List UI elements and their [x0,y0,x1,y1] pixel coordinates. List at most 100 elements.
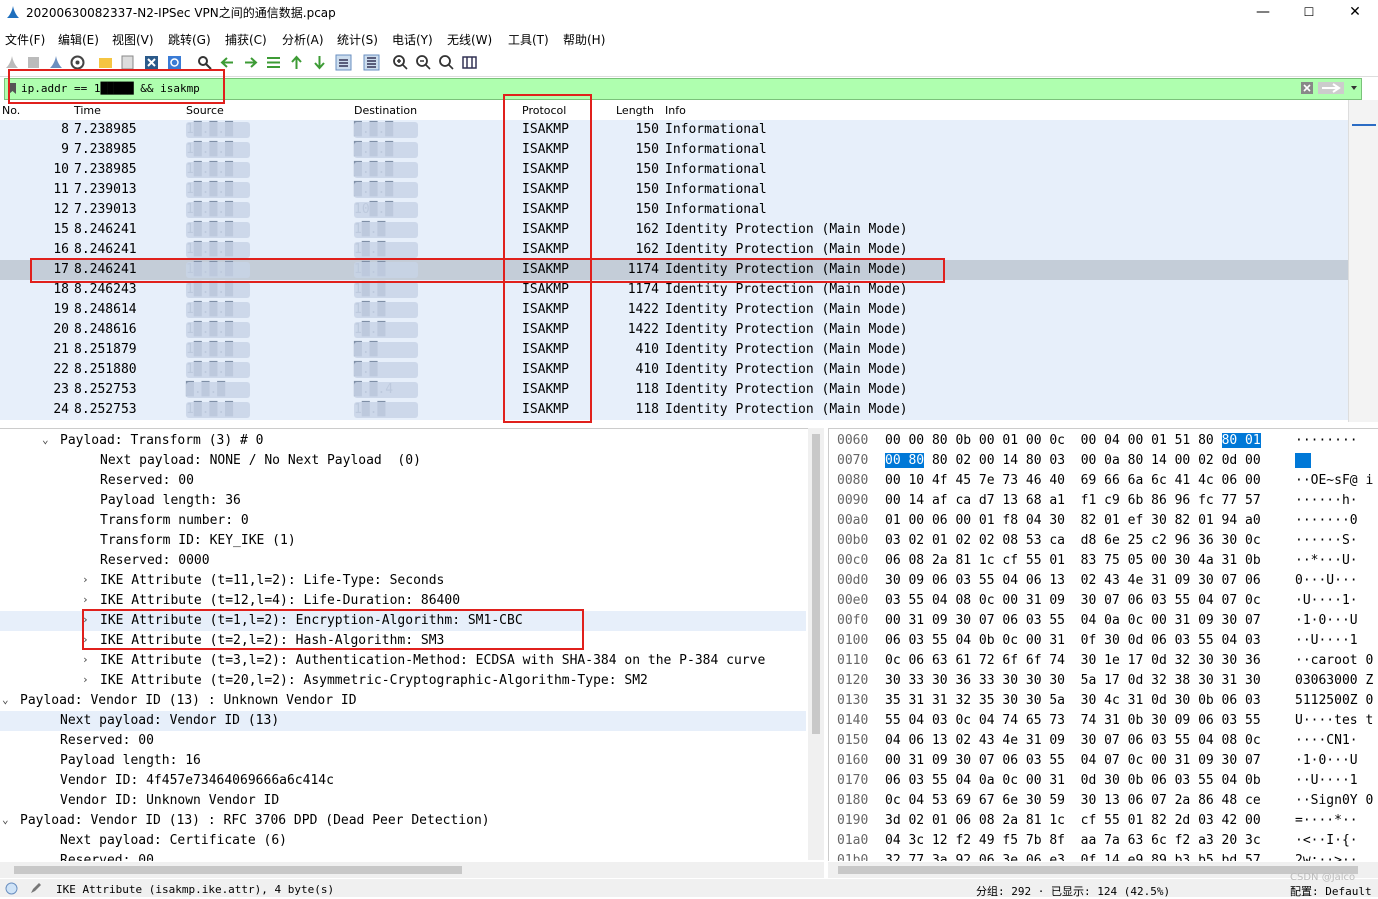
column-header-destination[interactable]: Destination [354,104,417,117]
hex-bytes[interactable]: 00 31 09 30 07 06 03 55 04 07 0c 00 31 0… [885,753,1261,768]
tree-item[interactable]: ⌄ Payload: Vendor ID (13) : Unknown Vendo… [0,691,806,711]
hex-row[interactable]: 00c0 06 08 2a 81 1c cf 55 01 83 75 05 00 … [829,551,1378,571]
packet-row[interactable]: 127.2390131█.█.█10█.█ISAKMP150Informatio… [0,200,1348,220]
maximize-button[interactable]: ☐ [1286,0,1332,25]
expand-arrow-icon[interactable]: › [82,593,89,606]
tree-item[interactable]: Next payload: Vendor ID (13) [0,711,806,731]
go-to-packet-icon[interactable] [265,54,282,71]
apply-filter-icon[interactable] [1318,81,1344,95]
hex-bytes[interactable]: 01 00 06 00 01 f8 04 30 82 01 ef 30 82 0… [885,513,1261,528]
clear-filter-icon[interactable] [1300,81,1314,95]
edit-comment-icon[interactable] [29,881,43,895]
tree-item[interactable]: › IKE Attribute (t=11,l=2): Life-Type: Se… [0,571,806,591]
tree-item[interactable]: Reserved: 00 [0,851,806,861]
hex-bytes[interactable]: 30 09 06 03 55 04 06 13 02 43 4e 31 09 3… [885,573,1261,588]
tree-item[interactable]: Next payload: NONE / No Next Payload (0) [0,451,806,471]
packet-row[interactable]: 218.2518791█.█.██.█ISAKMP410Identity Pro… [0,340,1348,360]
hex-row[interactable]: 0190 3d 02 01 06 08 2a 81 1c cf 55 01 82 … [829,811,1378,831]
hex-row[interactable]: 0070 00 80 80 02 00 14 80 03 00 0a 80 14 … [829,451,1378,471]
menu-tools[interactable]: 工具(T) [508,31,549,48]
menu-analyze[interactable]: 分析(A) [282,31,324,48]
tree-item[interactable]: Reserved: 00 [0,731,806,751]
tree-item[interactable]: › IKE Attribute (t=20,l=2): Asymmetric-Cr… [0,671,806,691]
hex-row[interactable]: 00d0 30 09 06 03 55 04 06 13 02 43 4e 31 … [829,571,1378,591]
hex-bytes[interactable]: 35 31 31 32 35 30 30 5a 30 4c 31 0d 30 0… [885,693,1261,708]
hex-row[interactable]: 0120 30 33 30 36 33 30 30 30 5a 17 0d 32 … [829,671,1378,691]
packet-row[interactable]: 97.2389851█.█.██.█.█ISAKMP150Information… [0,140,1348,160]
hex-row[interactable]: 00a0 01 00 06 00 01 f8 04 30 82 01 ef 30 … [829,511,1378,531]
tree-item[interactable]: Reserved: 0000 [0,551,806,571]
hex-bytes[interactable]: 55 04 03 0c 04 74 65 73 74 31 0b 30 09 0… [885,713,1261,728]
tree-item[interactable]: › IKE Attribute (t=12,l=4): Life-Duration… [0,591,806,611]
collapse-arrow-icon[interactable]: ⌄ [42,433,49,446]
tree-item[interactable]: Next payload: Certificate (6) [0,831,806,851]
packet-list-scrollbar[interactable] [1348,100,1378,422]
tree-item[interactable]: › IKE Attribute (t=3,l=2): Authentication… [0,651,806,671]
packet-row[interactable]: 158.2462411█.█.█1█.█ISAKMP162Identity Pr… [0,220,1348,240]
hex-row[interactable]: 0160 00 31 09 30 07 06 03 55 04 07 0c 00 … [829,751,1378,771]
hex-row[interactable]: 00f0 00 31 09 30 07 06 03 55 04 0a 0c 00 … [829,611,1378,631]
column-header-source[interactable]: Source [186,104,224,117]
menu-file[interactable]: 文件(F) [5,31,45,48]
hex-bytes[interactable]: 00 00 80 0b 00 01 00 0c 00 04 00 01 51 8… [885,433,1261,448]
hex-bytes[interactable]: 06 08 2a 81 1c cf 55 01 83 75 05 00 30 4… [885,553,1261,568]
packet-row[interactable]: 248.2527531█.█.█1█.█ISAKMP118Identity Pr… [0,400,1348,420]
column-header-time[interactable]: Time [74,104,101,117]
hex-bytes[interactable]: 03 55 04 08 0c 00 31 09 30 07 06 03 55 0… [885,593,1261,608]
zoom-normal-icon[interactable] [438,54,455,71]
hex-bytes[interactable]: 04 06 13 02 43 4e 31 09 30 07 06 03 55 0… [885,733,1261,748]
hex-row[interactable]: 0140 55 04 03 0c 04 74 65 73 74 31 0b 30 … [829,711,1378,731]
minimize-button[interactable]: — [1240,0,1286,25]
hex-bytes[interactable]: 0c 04 53 69 67 6e 30 59 30 13 06 07 2a 8… [885,793,1261,808]
hex-bytes[interactable]: 06 03 55 04 0a 0c 00 31 0d 30 0b 06 03 5… [885,773,1261,788]
tree-item[interactable]: Vendor ID: 4f457e73464069666a6c414c [0,771,806,791]
expand-arrow-icon[interactable]: › [82,653,89,666]
hex-row[interactable]: 01a0 04 3c 12 f2 49 f5 7b 8f aa 7a 63 6c … [829,831,1378,851]
expert-info-icon[interactable] [5,882,18,895]
column-header-info[interactable]: Info [665,104,686,117]
packet-row[interactable]: 228.2518801█.█.██.█ISAKMP410Identity Pro… [0,360,1348,380]
hex-row[interactable]: 0130 35 31 31 32 35 30 30 5a 30 4c 31 0d … [829,691,1378,711]
hex-row[interactable]: 00e0 03 55 04 08 0c 00 31 09 30 07 06 03 … [829,591,1378,611]
hex-row[interactable]: 0090 00 14 af ca d7 13 68 a1 f1 c9 6b 86 … [829,491,1378,511]
details-hscrollbar[interactable] [0,862,824,878]
details-scrollbar[interactable] [808,428,824,860]
tree-item[interactable]: Transform ID: KEY_IKE (1) [0,531,806,551]
hex-row[interactable]: 0150 04 06 13 02 43 4e 31 09 30 07 06 03 … [829,731,1378,751]
menu-capture[interactable]: 捕获(C) [225,31,267,48]
packet-row[interactable]: 198.2486141█.█.█1█.█ISAKMP1422Identity P… [0,300,1348,320]
hex-bytes[interactable]: 04 3c 12 f2 49 f5 7b 8f aa 7a 63 6c f2 a… [885,833,1261,848]
hex-bytes[interactable]: 00 31 09 30 07 06 03 55 04 0a 0c 00 31 0… [885,613,1261,628]
hex-bytes[interactable]: 03 02 01 02 02 08 53 ca d8 6e 25 c2 96 3… [885,533,1261,548]
hex-bytes[interactable]: 0c 06 63 61 72 6f 6f 74 30 1e 17 0d 32 3… [885,653,1261,668]
hex-row[interactable]: 0100 06 03 55 04 0b 0c 00 31 0f 30 0d 06 … [829,631,1378,651]
tree-item[interactable]: Vendor ID: Unknown Vendor ID [0,791,806,811]
hex-bytes[interactable]: 30 33 30 36 33 30 30 30 5a 17 0d 32 38 3… [885,673,1261,688]
collapse-arrow-icon[interactable]: ⌄ [2,813,9,826]
first-packet-icon[interactable] [288,54,305,71]
hex-row[interactable]: 0170 06 03 55 04 0a 0c 00 31 0d 30 0b 06 … [829,771,1378,791]
close-button[interactable]: ✕ [1332,0,1378,25]
tree-item[interactable]: Reserved: 00 [0,471,806,491]
hex-row[interactable]: 0060 00 00 80 0b 00 01 00 0c 00 04 00 01 … [829,431,1378,451]
column-header-no[interactable]: No. [2,104,20,117]
packet-row[interactable]: 87.2389851█.█.██.█.█ISAKMP150Information… [0,120,1348,140]
tree-item[interactable]: Payload length: 36 [0,491,806,511]
expand-arrow-icon[interactable]: › [82,673,89,686]
menu-wireless[interactable]: 无线(W) [447,31,492,48]
resize-columns-icon[interactable] [461,54,478,71]
colorize-icon[interactable] [363,54,380,71]
expand-arrow-icon[interactable]: › [82,573,89,586]
hex-bytes[interactable]: 00 14 af ca d7 13 68 a1 f1 c9 6b 86 96 f… [885,493,1261,508]
hex-row[interactable]: 00b0 03 02 01 02 02 08 53 ca d8 6e 25 c2 … [829,531,1378,551]
filter-dropdown-icon[interactable] [1349,81,1359,95]
menu-view[interactable]: 视图(V) [112,31,154,48]
menu-go[interactable]: 跳转(G) [168,31,211,48]
tree-item[interactable]: Transform number: 0 [0,511,806,531]
hex-bytes[interactable]: 06 03 55 04 0b 0c 00 31 0f 30 0d 06 03 5… [885,633,1261,648]
packet-row[interactable]: 168.2462411█.█.█1█.█ISAKMP162Identity Pr… [0,240,1348,260]
menu-telephony[interactable]: 电话(Y) [392,31,433,48]
auto-scroll-icon[interactable] [335,54,352,71]
hex-bytes[interactable]: 00 80 80 02 00 14 80 03 00 0a 80 14 00 0… [885,453,1261,468]
tree-item[interactable]: ⌄ Payload: Vendor ID (13) : RFC 3706 DPD … [0,811,806,831]
